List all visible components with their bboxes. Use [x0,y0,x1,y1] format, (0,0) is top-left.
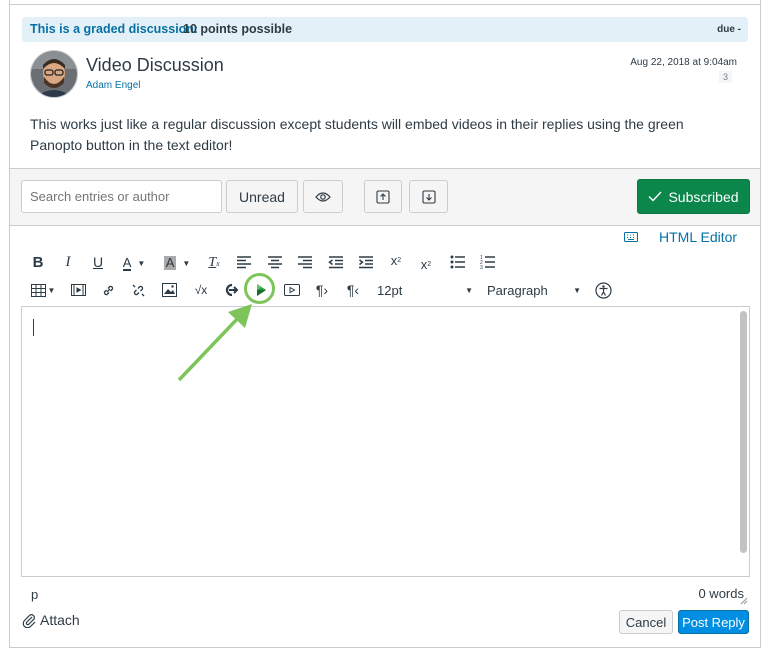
unread-button[interactable]: Unread [226,180,298,213]
video-icon[interactable] [284,283,300,297]
outdent-icon[interactable] [328,254,344,270]
subscript-button[interactable]: x2 [418,256,434,272]
equation-button[interactable]: √x [192,282,210,298]
keyboard-icon [624,232,638,242]
collapse-icon [376,189,390,204]
expand-button[interactable] [409,180,448,213]
expand-icon [421,189,436,204]
underline-button[interactable]: U [90,254,106,270]
topic-body: This works just like a regular discussio… [30,116,684,153]
element-path: p [31,587,39,602]
indent-icon[interactable] [358,254,374,270]
accessibility-icon[interactable] [595,282,612,299]
html-editor-label: HTML Editor [659,229,738,245]
subscribed-label: Subscribed [668,188,739,205]
block-format-value: Paragraph [487,282,548,298]
align-right-icon[interactable] [297,254,313,270]
author-link[interactable]: Adam Engel [86,80,140,91]
subscribed-button[interactable]: Subscribed [637,179,750,214]
media-icon[interactable] [71,283,86,297]
eye-icon [315,191,331,202]
due-date: due - [717,24,741,35]
attach-button[interactable]: Attach [22,612,80,628]
svg-text:3: 3 [480,265,483,270]
background-color-button[interactable]: A ▼ [160,254,194,272]
table-icon [30,283,46,297]
text-caret [33,319,34,336]
reply-count-badge: 3 [719,71,733,83]
post-date: Aug 22, 2018 at 9:04am [630,57,737,68]
rich-text-editor[interactable] [21,306,750,577]
editor-scrollbar[interactable] [740,311,747,553]
italic-button[interactable]: I [60,254,76,270]
font-size-value: 12pt [377,282,403,298]
unlink-icon[interactable] [131,283,146,298]
table-button[interactable]: ▼ [30,282,56,298]
graded-banner: This is a graded discussion: 10 points p… [22,17,748,42]
word-count: 0 words [698,586,744,601]
search-input[interactable] [21,180,222,213]
check-icon [648,191,662,202]
cancel-button[interactable]: Cancel [619,610,673,634]
lti-tool-icon[interactable] [222,282,239,298]
image-icon[interactable] [162,283,177,297]
rtl-button[interactable]: ¶‹ [344,282,362,298]
bold-button[interactable]: B [30,254,46,271]
clear-formatting-button[interactable]: Tx [205,254,223,272]
collapse-button[interactable] [364,180,402,213]
post-reply-button[interactable]: Post Reply [678,610,749,634]
paperclip-icon [22,613,36,628]
link-icon[interactable] [101,283,116,298]
superscript-button[interactable]: x2 [388,252,404,268]
annotation-arrow-icon [177,304,252,382]
align-center-icon[interactable] [267,254,283,270]
show-hide-button[interactable] [303,180,343,213]
attach-label: Attach [40,612,80,628]
graded-label: This is a graded discussion: [30,22,199,36]
font-size-select[interactable]: 12pt ▼ [377,282,473,298]
points-possible: 10 points possible [183,22,293,36]
text-color-button[interactable]: A ▼ [118,254,150,272]
numbered-list-icon[interactable]: 123 [480,254,496,270]
topic-title: Video Discussion [86,55,224,75]
align-left-icon[interactable] [236,254,252,270]
block-format-select[interactable]: Paragraph ▼ [487,282,581,298]
resize-handle-icon[interactable] [740,597,748,605]
author-avatar[interactable] [30,50,78,98]
bullet-list-icon[interactable] [450,254,466,270]
ltr-button[interactable]: ¶› [314,282,330,298]
